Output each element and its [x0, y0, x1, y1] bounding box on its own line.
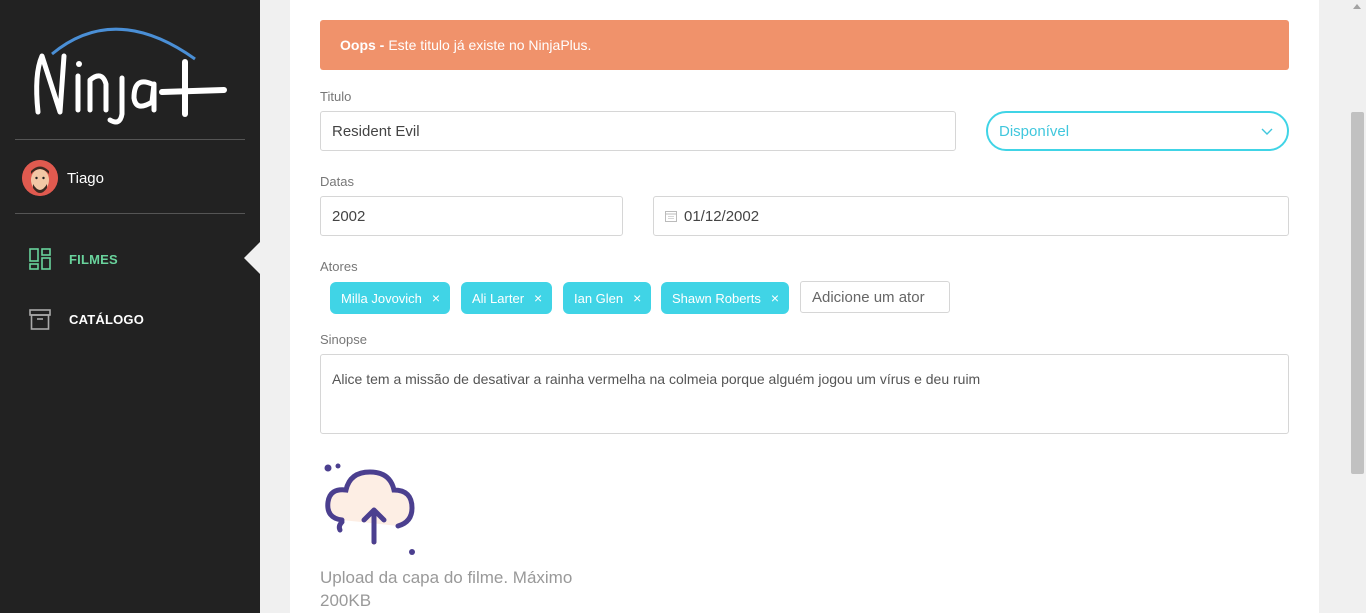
error-alert: Oops - Este titulo já existe no NinjaPlu… [320, 20, 1289, 70]
dashboard-icon [29, 248, 51, 270]
actor-tag-label: Milla Jovovich [341, 290, 422, 306]
cloud-upload-icon[interactable] [320, 460, 420, 560]
actor-tag: Milla Jovovich × [330, 282, 451, 314]
synopsis-value: Alice tem a missão de desativar a rainha… [332, 371, 981, 387]
ninja-plus-logo[interactable] [30, 14, 230, 129]
title-label: Titulo [320, 89, 352, 104]
year-input-value: 2002 [332, 207, 366, 225]
nav-item-filmes[interactable]: FILMES [28, 246, 118, 272]
nav-label-filmes: FILMES [69, 251, 118, 267]
synopsis-textarea[interactable]: Alice tem a missão de desativar a rainha… [320, 354, 1289, 434]
nav-item-catalogo[interactable]: CATÁLOGO [28, 306, 144, 332]
nav-label-catalogo: CATÁLOGO [69, 311, 145, 327]
alert-strong: Oops - [340, 37, 385, 53]
title-input[interactable]: Resident Evil [320, 111, 956, 151]
status-select[interactable]: Disponível [986, 111, 1289, 151]
actor-tag: Ali Larter × [461, 282, 553, 314]
calendar-icon [665, 211, 677, 222]
add-actor-placeholder: Adicione um ator [812, 288, 925, 306]
actor-tag-label: Shawn Roberts [672, 290, 761, 306]
upload-instructions: Upload da capa do filme. Máximo 200KB [320, 568, 573, 610]
year-input[interactable]: 2002 [320, 196, 623, 236]
remove-tag-icon[interactable]: × [633, 290, 641, 306]
actor-tag: Shawn Roberts × [661, 282, 790, 314]
scroll-up-arrow-icon[interactable] [1353, 4, 1361, 9]
scrollbar-thumb[interactable] [1351, 112, 1364, 474]
release-date-value: 01/12/2002 [684, 207, 760, 225]
user-profile[interactable]: Tiago [22, 160, 104, 196]
actors-label: Atores [320, 259, 358, 274]
remove-tag-icon[interactable]: × [771, 290, 779, 306]
alert-message: Este titulo já existe no NinjaPlus. [388, 37, 592, 53]
chevron-down-icon [1261, 128, 1273, 135]
actor-tag-label: Ali Larter [472, 290, 525, 306]
sidebar-divider [15, 213, 245, 214]
remove-tag-icon[interactable]: × [432, 290, 440, 306]
remove-tag-icon[interactable]: × [534, 290, 542, 306]
actor-tag: Ian Glen × [563, 282, 652, 314]
active-nav-pointer [244, 242, 260, 274]
release-date-input[interactable]: 01/12/2002 [653, 196, 1289, 236]
user-name: Tiago [67, 169, 104, 187]
sidebar: Tiago FILMES CATÁLOGO [0, 0, 260, 613]
title-input-value: Resident Evil [332, 122, 420, 140]
sidebar-divider [15, 139, 245, 140]
add-actor-input[interactable]: Adicione um ator [800, 281, 950, 313]
archive-box-icon [29, 309, 51, 330]
dates-label: Datas [320, 174, 354, 189]
avatar [22, 160, 58, 196]
status-select-value: Disponível [999, 122, 1070, 140]
synopsis-label: Sinopse [320, 332, 367, 347]
actor-tag-label: Ian Glen [574, 290, 624, 306]
